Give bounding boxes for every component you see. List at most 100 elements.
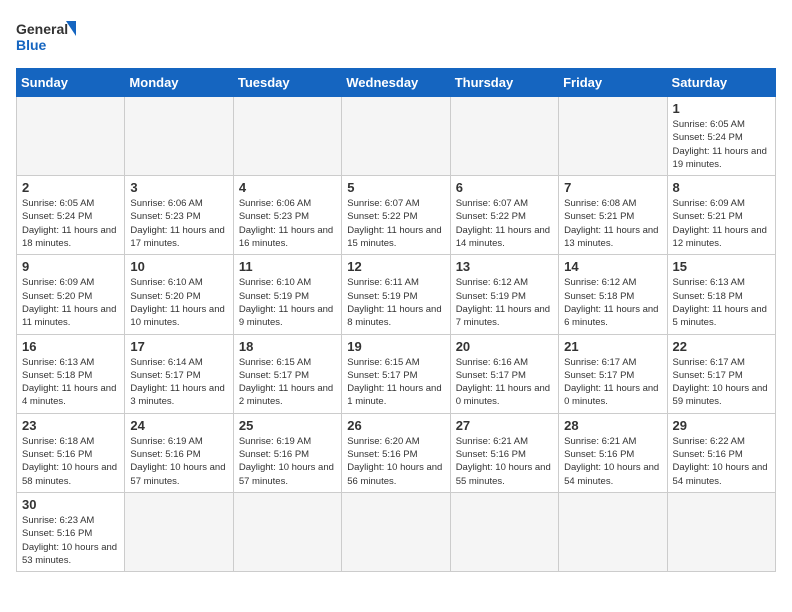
day-number: 16 [22,339,119,354]
calendar-cell: 3 Sunrise: 6:06 AM Sunset: 5:23 PM Daylig… [125,176,233,255]
calendar-cell: 30 Sunrise: 6:23 AM Sunset: 5:16 PM Dayli… [17,492,125,571]
calendar-cell [233,97,341,176]
calendar-cell: 17 Sunrise: 6:14 AM Sunset: 5:17 PM Dayli… [125,334,233,413]
day-info: Sunrise: 6:14 AM Sunset: 5:17 PM Dayligh… [130,356,227,409]
day-info: Sunrise: 6:12 AM Sunset: 5:18 PM Dayligh… [564,276,661,329]
day-info: Sunrise: 6:06 AM Sunset: 5:23 PM Dayligh… [239,197,336,250]
day-number: 15 [673,259,770,274]
day-info: Sunrise: 6:07 AM Sunset: 5:22 PM Dayligh… [347,197,444,250]
day-info: Sunrise: 6:09 AM Sunset: 5:20 PM Dayligh… [22,276,119,329]
calendar-cell [342,492,450,571]
column-header-monday: Monday [125,69,233,97]
calendar-cell: 16Sunrise: 6:13 AM Sunset: 5:18 PM Dayli… [17,334,125,413]
logo: General Blue [16,16,76,56]
calendar-cell: 9 Sunrise: 6:09 AM Sunset: 5:20 PM Daylig… [17,255,125,334]
day-info: Sunrise: 6:15 AM Sunset: 5:17 PM Dayligh… [347,356,444,409]
day-info: Sunrise: 6:10 AM Sunset: 5:20 PM Dayligh… [130,276,227,329]
svg-text:Blue: Blue [16,37,47,53]
day-number: 14 [564,259,661,274]
day-number: 10 [130,259,227,274]
calendar-cell: 5Sunrise: 6:07 AM Sunset: 5:22 PM Daylig… [342,176,450,255]
column-header-wednesday: Wednesday [342,69,450,97]
day-info: Sunrise: 6:23 AM Sunset: 5:16 PM Dayligh… [22,514,119,567]
column-header-thursday: Thursday [450,69,558,97]
calendar-cell: 6 Sunrise: 6:07 AM Sunset: 5:22 PM Daylig… [450,176,558,255]
day-info: Sunrise: 6:15 AM Sunset: 5:17 PM Dayligh… [239,356,336,409]
calendar-cell: 25 Sunrise: 6:19 AM Sunset: 5:16 PM Dayli… [233,413,341,492]
day-number: 9 [22,259,119,274]
calendar-cell [125,97,233,176]
svg-text:General: General [16,21,68,37]
calendar-cell [667,492,775,571]
calendar-cell [17,97,125,176]
day-number: 1 [673,101,770,116]
day-info: Sunrise: 6:16 AM Sunset: 5:17 PM Dayligh… [456,356,553,409]
logo-svg: General Blue [16,16,76,56]
day-info: Sunrise: 6:22 AM Sunset: 5:16 PM Dayligh… [673,435,770,488]
calendar-cell: 22 Sunrise: 6:17 AM Sunset: 5:17 PM Dayli… [667,334,775,413]
calendar-cell: 11 Sunrise: 6:10 AM Sunset: 5:19 PM Dayli… [233,255,341,334]
day-info: Sunrise: 6:10 AM Sunset: 5:19 PM Dayligh… [239,276,336,329]
column-header-tuesday: Tuesday [233,69,341,97]
calendar-cell: 15 Sunrise: 6:13 AM Sunset: 5:18 PM Dayli… [667,255,775,334]
day-info: Sunrise: 6:06 AM Sunset: 5:23 PM Dayligh… [130,197,227,250]
day-info: Sunrise: 6:08 AM Sunset: 5:21 PM Dayligh… [564,197,661,250]
calendar-cell [125,492,233,571]
calendar-cell [342,97,450,176]
calendar-cell: 1Sunrise: 6:05 AM Sunset: 5:24 PM Daylig… [667,97,775,176]
calendar-cell: 8Sunrise: 6:09 AM Sunset: 5:21 PM Daylig… [667,176,775,255]
calendar-cell [559,97,667,176]
day-info: Sunrise: 6:20 AM Sunset: 5:16 PM Dayligh… [347,435,444,488]
column-header-saturday: Saturday [667,69,775,97]
day-number: 28 [564,418,661,433]
day-number: 20 [456,339,553,354]
calendar-cell: 19 Sunrise: 6:15 AM Sunset: 5:17 PM Dayli… [342,334,450,413]
day-number: 11 [239,259,336,274]
calendar-cell: 24 Sunrise: 6:19 AM Sunset: 5:16 PM Dayli… [125,413,233,492]
calendar-cell: 20 Sunrise: 6:16 AM Sunset: 5:17 PM Dayli… [450,334,558,413]
calendar-cell: 21Sunrise: 6:17 AM Sunset: 5:17 PM Dayli… [559,334,667,413]
calendar-cell: 29Sunrise: 6:22 AM Sunset: 5:16 PM Dayli… [667,413,775,492]
day-info: Sunrise: 6:13 AM Sunset: 5:18 PM Dayligh… [673,276,770,329]
page-header: General Blue [16,16,776,56]
day-number: 4 [239,180,336,195]
calendar-cell: 18Sunrise: 6:15 AM Sunset: 5:17 PM Dayli… [233,334,341,413]
day-number: 23 [22,418,119,433]
day-number: 30 [22,497,119,512]
calendar-cell [559,492,667,571]
day-number: 13 [456,259,553,274]
day-number: 12 [347,259,444,274]
calendar-cell [233,492,341,571]
day-number: 24 [130,418,227,433]
day-number: 26 [347,418,444,433]
calendar-cell: 13Sunrise: 6:12 AM Sunset: 5:19 PM Dayli… [450,255,558,334]
day-number: 6 [456,180,553,195]
day-info: Sunrise: 6:19 AM Sunset: 5:16 PM Dayligh… [239,435,336,488]
day-info: Sunrise: 6:11 AM Sunset: 5:19 PM Dayligh… [347,276,444,329]
day-info: Sunrise: 6:05 AM Sunset: 5:24 PM Dayligh… [22,197,119,250]
day-info: Sunrise: 6:19 AM Sunset: 5:16 PM Dayligh… [130,435,227,488]
day-number: 25 [239,418,336,433]
calendar-cell: 12 Sunrise: 6:11 AM Sunset: 5:19 PM Dayli… [342,255,450,334]
calendar-cell: 28 Sunrise: 6:21 AM Sunset: 5:16 PM Dayli… [559,413,667,492]
day-number: 21 [564,339,661,354]
calendar-cell: 27 Sunrise: 6:21 AM Sunset: 5:16 PM Dayli… [450,413,558,492]
day-info: Sunrise: 6:21 AM Sunset: 5:16 PM Dayligh… [456,435,553,488]
day-number: 17 [130,339,227,354]
calendar-cell [450,492,558,571]
calendar-cell: 23 Sunrise: 6:18 AM Sunset: 5:16 PM Dayli… [17,413,125,492]
day-number: 27 [456,418,553,433]
calendar-cell: 2Sunrise: 6:05 AM Sunset: 5:24 PM Daylig… [17,176,125,255]
day-info: Sunrise: 6:21 AM Sunset: 5:16 PM Dayligh… [564,435,661,488]
day-info: Sunrise: 6:07 AM Sunset: 5:22 PM Dayligh… [456,197,553,250]
calendar-cell [450,97,558,176]
day-number: 22 [673,339,770,354]
day-info: Sunrise: 6:18 AM Sunset: 5:16 PM Dayligh… [22,435,119,488]
day-info: Sunrise: 6:09 AM Sunset: 5:21 PM Dayligh… [673,197,770,250]
day-number: 7 [564,180,661,195]
day-number: 3 [130,180,227,195]
day-info: Sunrise: 6:17 AM Sunset: 5:17 PM Dayligh… [673,356,770,409]
calendar-table: SundayMondayTuesdayWednesdayThursdayFrid… [16,68,776,572]
day-number: 19 [347,339,444,354]
calendar-cell: 7 Sunrise: 6:08 AM Sunset: 5:21 PM Daylig… [559,176,667,255]
